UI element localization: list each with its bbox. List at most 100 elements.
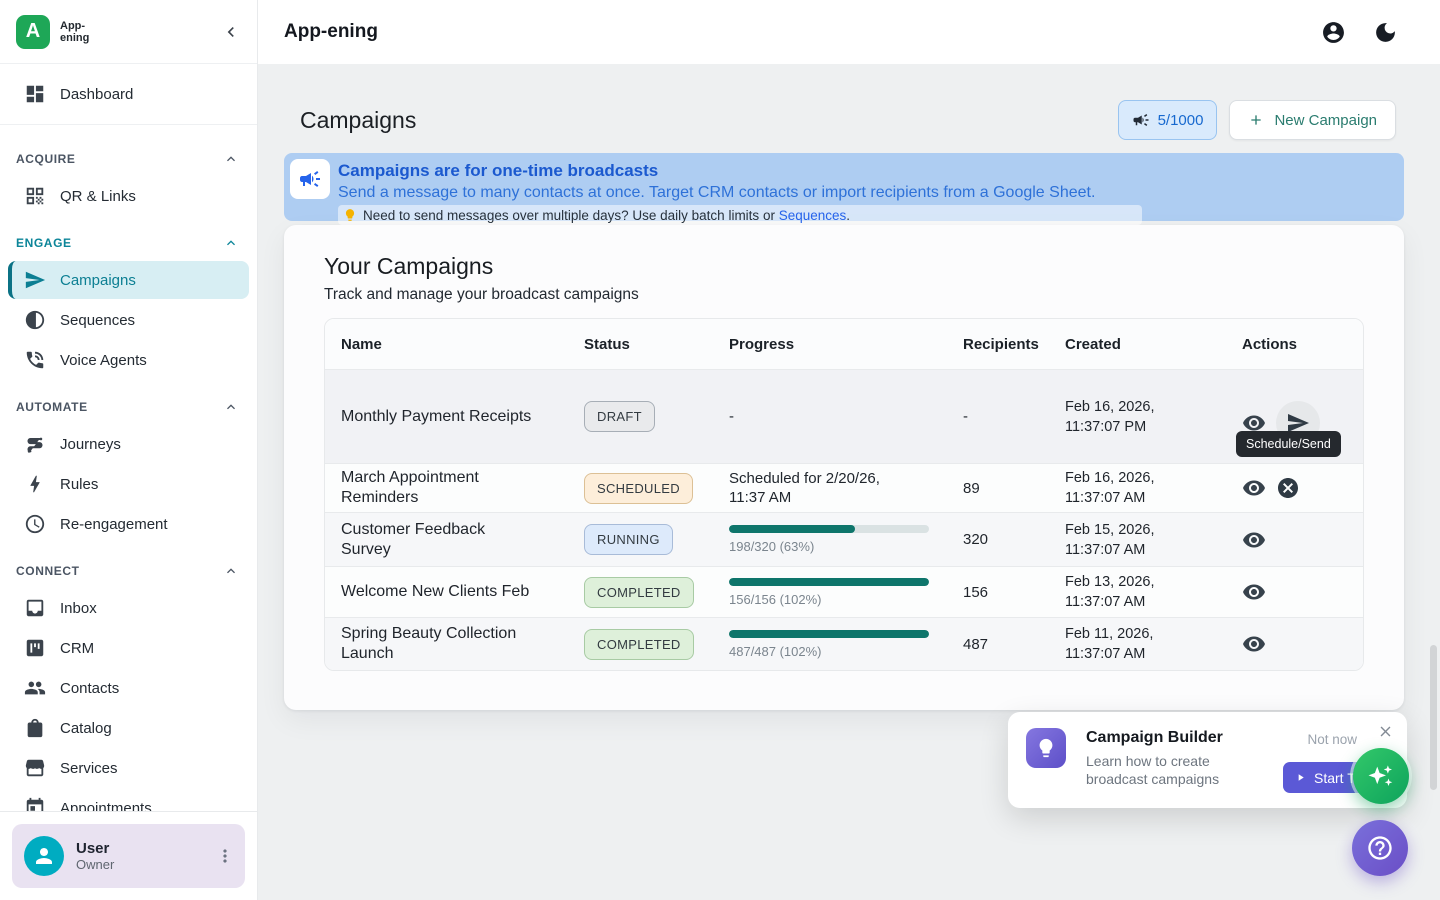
sparkles-icon <box>1366 761 1396 791</box>
banner-icon-box <box>290 159 330 199</box>
campaign-quota-badge[interactable]: 5/1000 <box>1118 100 1218 140</box>
col-header-recipients: Recipients <box>947 336 1049 353</box>
schedule-send-tooltip: Schedule/Send <box>1236 431 1341 457</box>
sidebar-item-label: Sequences <box>60 312 135 329</box>
recipients-cell: 320 <box>947 531 1049 548</box>
table-row: Welcome New Clients Feb COMPLETED 156/15… <box>325 566 1363 617</box>
progress-cell: Scheduled for 2/20/26, 11:37 AM <box>713 469 917 507</box>
progress-fill <box>729 630 929 638</box>
view-icon[interactable] <box>1242 580 1266 604</box>
view-icon[interactable] <box>1242 632 1266 656</box>
recipients-cell: 487 <box>947 636 1049 653</box>
status-badge: COMPLETED <box>584 577 694 608</box>
sidebar-item-label: Services <box>60 760 118 777</box>
table-row: Monthly Payment Receipts DRAFT - - Feb 1… <box>325 369 1363 463</box>
table-row: Customer Feedback Survey RUNNING 198/320… <box>325 512 1363 566</box>
sidebar-item-contacts[interactable]: Contacts <box>8 669 249 707</box>
col-header-name: Name <box>325 336 568 353</box>
cancel-icon[interactable] <box>1276 476 1300 500</box>
account-icon[interactable] <box>1321 20 1346 45</box>
created-cell: Feb 11, 2026, 11:37:07 AM <box>1049 624 1170 664</box>
app-logo: A <box>16 15 50 49</box>
help-icon <box>1366 834 1394 862</box>
user-card[interactable]: User Owner <box>12 824 245 888</box>
sidebar-item-services[interactable]: Services <box>8 749 249 787</box>
sidebar-item-re-engagement[interactable]: Re-engagement <box>8 505 249 543</box>
sidebar-item-rules[interactable]: Rules <box>8 465 249 503</box>
sidebar-item-label: Inbox <box>60 600 97 617</box>
col-header-progress: Progress <box>713 336 947 353</box>
sidebar-item-qr-links[interactable]: QR & Links <box>8 177 249 215</box>
chevron-up-icon[interactable] <box>223 151 239 167</box>
table-header-row: Name Status Progress Recipients Created … <box>325 319 1363 369</box>
created-cell: Feb 13, 2026, 11:37:07 AM <box>1049 572 1170 612</box>
not-now-button[interactable]: Not now <box>1307 732 1357 747</box>
recipients-cell: 89 <box>947 480 1049 497</box>
dashboard-icon <box>24 83 46 105</box>
sidebar-item-label: Contacts <box>60 680 119 697</box>
chevron-up-icon[interactable] <box>223 563 239 579</box>
progress-cell: - <box>713 408 947 425</box>
sidebar-item-campaigns[interactable]: Campaigns <box>8 261 249 299</box>
page-head: Campaigns 5/1000 New Campaign <box>300 100 1396 140</box>
created-cell: Feb 16, 2026, 11:37:07 PM <box>1049 397 1170 437</box>
col-header-status: Status <box>568 336 713 353</box>
card-title: Your Campaigns <box>324 253 1364 280</box>
sequences-link[interactable]: Sequences <box>779 208 847 223</box>
scrollbar-thumb[interactable] <box>1430 645 1437 790</box>
dark-mode-icon[interactable] <box>1373 20 1398 45</box>
campaign-name: Monthly Payment Receipts <box>325 407 536 427</box>
actions-cell <box>1226 464 1363 512</box>
sidebar-item-dashboard[interactable]: Dashboard <box>8 72 249 116</box>
sidebar-item-label: CRM <box>60 640 94 657</box>
actions-cell <box>1226 513 1363 566</box>
sidebar-item-label: QR & Links <box>60 188 136 205</box>
sidebar-collapse-icon[interactable] <box>221 22 241 42</box>
campaigns-card: Your Campaigns Track and manage your bro… <box>284 225 1404 710</box>
progress-cell: 156/156 (102%) <box>713 578 947 607</box>
ai-assistant-fab[interactable] <box>1353 748 1409 804</box>
sidebar-item-crm[interactable]: CRM <box>8 629 249 667</box>
sidebar-item-sequences[interactable]: Sequences <box>8 301 249 339</box>
chevron-up-icon[interactable] <box>223 399 239 415</box>
close-icon[interactable] <box>1377 723 1394 740</box>
sidebar-item-label: Campaigns <box>60 272 136 289</box>
toast-icon-box <box>1026 728 1066 768</box>
clock-icon <box>24 513 46 535</box>
storefront-icon <box>24 757 46 779</box>
chevron-up-icon[interactable] <box>223 235 239 251</box>
sidebar-item-appointments[interactable]: Appointments <box>8 789 249 811</box>
progress-label: 198/320 (63%) <box>729 539 947 554</box>
sidebar-item-label: Appointments <box>60 800 152 812</box>
sidebar-item-label: Voice Agents <box>60 352 147 369</box>
page-app-title: App-ening <box>284 21 378 43</box>
view-icon[interactable] <box>1242 476 1266 500</box>
kanban-icon <box>24 637 46 659</box>
view-icon[interactable] <box>1242 528 1266 552</box>
sequences-icon <box>24 309 46 331</box>
created-cell: Feb 16, 2026, 11:37:07 AM <box>1049 468 1170 508</box>
megaphone-icon <box>1132 111 1150 129</box>
table-row: March Appointment Reminders SCHEDULED Sc… <box>325 463 1363 512</box>
megaphone-icon <box>298 167 322 191</box>
toast-title: Campaign Builder <box>1086 729 1223 747</box>
banner-tip: Need to send messages over multiple days… <box>338 205 1142 225</box>
new-campaign-button[interactable]: New Campaign <box>1229 100 1396 140</box>
banner-title: Campaigns are for one-time broadcasts <box>338 160 1142 182</box>
progress-label: 487/487 (102%) <box>729 644 947 659</box>
progress-cell: 198/320 (63%) <box>713 525 947 554</box>
section-connect: CONNECT <box>0 545 257 587</box>
shopping-bag-icon <box>24 717 46 739</box>
sidebar-item-catalog[interactable]: Catalog <box>8 709 249 747</box>
top-header: App-ening <box>258 0 1440 64</box>
user-name: User <box>76 840 114 857</box>
progress-fill <box>729 525 855 533</box>
sidebar-item-voice-agents[interactable]: Voice Agents <box>8 341 249 379</box>
more-options-icon[interactable] <box>215 846 235 866</box>
sidebar-item-journeys[interactable]: Journeys <box>8 425 249 463</box>
campaign-builder-toast: Campaign Builder Learn how to create bro… <box>1008 712 1407 808</box>
help-fab[interactable] <box>1352 820 1408 876</box>
progress-bar <box>729 525 929 533</box>
actions-cell <box>1226 618 1363 670</box>
sidebar-item-inbox[interactable]: Inbox <box>8 589 249 627</box>
